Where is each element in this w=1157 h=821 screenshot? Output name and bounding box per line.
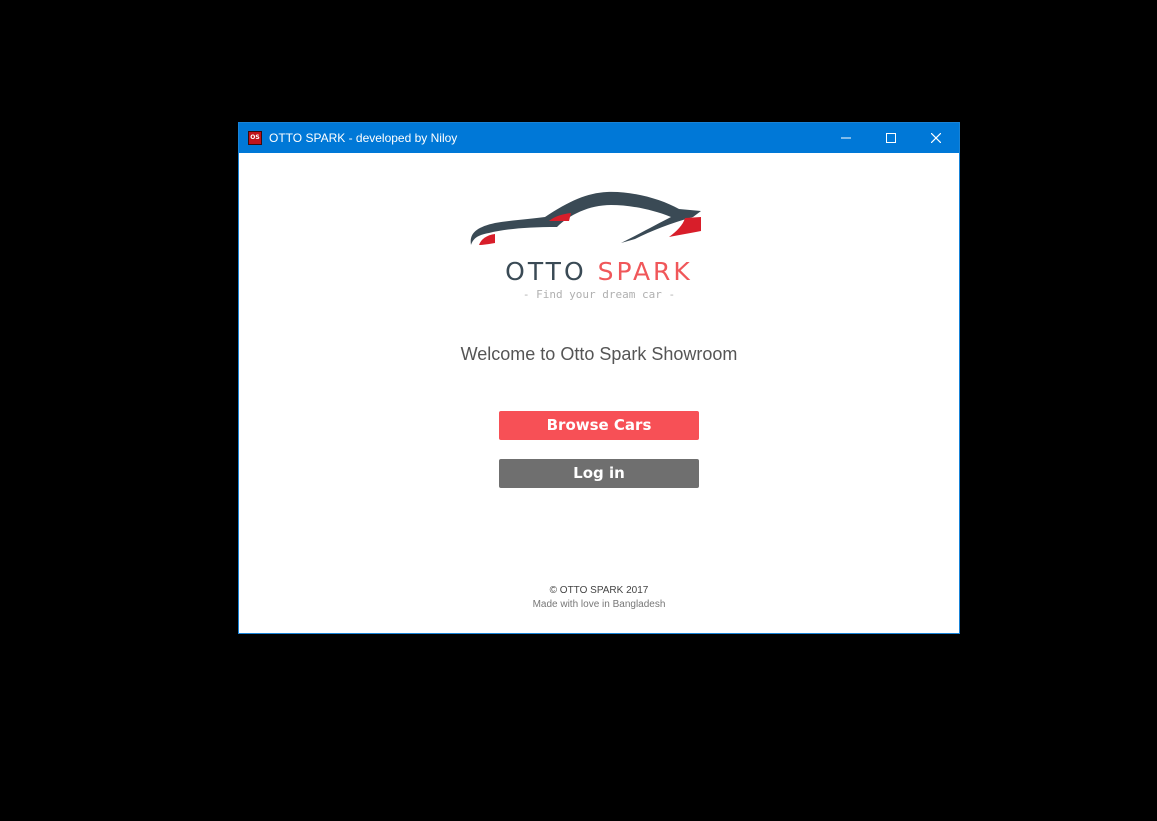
brand-logo: OTTO SPARK - Find your dream car - xyxy=(465,187,733,311)
maximize-icon xyxy=(886,133,896,143)
footer-copyright: © OTTO SPARK 2017 xyxy=(549,585,649,596)
minimize-button[interactable] xyxy=(823,123,869,153)
footer-credit: Made with love in Bangladesh xyxy=(532,599,666,610)
minimize-icon xyxy=(841,137,851,139)
close-button[interactable] xyxy=(913,123,959,153)
logo-word-spark: SPARK xyxy=(597,257,693,286)
logo-wordmark: OTTO SPARK xyxy=(465,257,733,287)
app-window: OS OTTO SPARK - developed by Niloy OTTO … xyxy=(238,122,960,634)
browse-cars-button[interactable]: Browse Cars xyxy=(499,411,699,440)
app-icon: OS xyxy=(248,131,262,145)
logo-word-otto: OTTO xyxy=(505,257,587,286)
window-title: OTTO SPARK - developed by Niloy xyxy=(269,131,458,145)
welcome-heading: Welcome to Otto Spark Showroom xyxy=(460,344,738,364)
car-silhouette-icon xyxy=(470,191,701,245)
logo-tagline: - Find your dream car - xyxy=(522,288,676,301)
login-button[interactable]: Log in xyxy=(499,459,699,488)
close-icon xyxy=(931,133,941,143)
main-content: OTTO SPARK - Find your dream car - Welco… xyxy=(239,153,959,633)
title-bar[interactable]: OS OTTO SPARK - developed by Niloy xyxy=(239,123,959,153)
maximize-button[interactable] xyxy=(868,123,914,153)
